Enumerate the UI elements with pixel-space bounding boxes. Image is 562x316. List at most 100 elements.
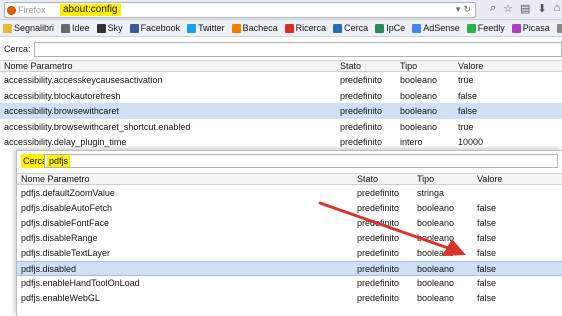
column-header-valore[interactable]: Valore — [458, 61, 483, 72]
cell-tipo: booleano — [417, 264, 455, 274]
table-row[interactable]: pdfjs.disabled predefinito booleano false — [17, 261, 562, 276]
cell-stato: predefinito — [340, 137, 383, 147]
table-row[interactable]: pdfjs.disableTextLayer predefinito boolean… — [17, 246, 562, 261]
bookmark-label: Sky — [107, 23, 123, 33]
page-icon — [61, 23, 71, 33]
navigation-toolbar: Firefox about:config ▾ ↻ ⌕ ☆ ▤ ⬇ ⌂ ≡ — [0, 0, 562, 20]
cell-stato: predefinito — [357, 203, 400, 213]
dropdown-arrow-icon[interactable]: ▾ — [456, 4, 461, 15]
column-header-name[interactable]: Nome Parametro — [21, 174, 90, 185]
cell-stato: predefinito — [357, 233, 400, 243]
bookmark-star-icon[interactable]: ☆ — [503, 2, 513, 15]
bookmark-label: Bacheca — [242, 23, 278, 33]
bookmark-adsense[interactable]: AdSense — [412, 23, 460, 33]
bookmark-label: Ricerca — [295, 23, 327, 33]
bookmark-label: Picasa — [522, 23, 550, 33]
table-row[interactable]: pdfjs.enableWebGL predefinito booleano fals… — [17, 291, 562, 306]
cell-valore: false — [477, 264, 497, 274]
cell-name: accessibility.blockautorefresh — [4, 90, 121, 101]
bookmarks-menu-icon[interactable]: ▤ — [520, 2, 530, 15]
bookmark-picasa[interactable]: Picasa — [511, 23, 550, 33]
column-header-valore[interactable]: Valore — [477, 174, 502, 185]
cell-name: pdfjs.disableRange — [21, 233, 98, 243]
cell-tipo: booleano — [417, 248, 455, 258]
bookmark-ricerca[interactable]: Ricerca — [284, 23, 327, 33]
reload-icon[interactable]: ↻ — [463, 4, 471, 15]
table-row[interactable]: pdfjs.disableFontFace predefinito booleano… — [17, 216, 562, 231]
cell-tipo: stringa — [417, 188, 445, 198]
url-bar[interactable]: Firefox about:config ▾ ↻ — [4, 2, 476, 18]
cell-tipo: booleano — [417, 218, 455, 228]
bookmark-feedly[interactable]: Feedly — [466, 23, 505, 33]
bookmark-cerca[interactable]: Cerca — [333, 23, 368, 33]
cell-tipo: booleano — [417, 233, 455, 243]
table-row[interactable]: pdfjs.defaultZoomValue predefinito stringa — [17, 186, 562, 201]
cell-valore: false — [477, 248, 497, 258]
cell-stato: predefinito — [357, 248, 400, 258]
bookmark-facebook[interactable]: Facebook — [129, 23, 181, 33]
outer-table-header: Nome Parametro Stato Tipo Valore — [0, 60, 562, 72]
table-row[interactable]: accessibility.browsewithcaret_shortcut.e… — [0, 119, 562, 135]
identity-badge[interactable]: Firefox — [7, 4, 46, 16]
table-row[interactable]: accessibility.blockautorefresh predefinit… — [0, 88, 562, 104]
outer-search-label: Cerca: — [4, 44, 31, 54]
bookmark-label: Facebook — [140, 23, 181, 33]
cell-name: accessibility.browsewithcaret — [4, 106, 119, 116]
bookmark-idee[interactable]: Idee — [61, 23, 90, 33]
bookmark-label: Feedly — [477, 23, 505, 33]
browser-label: Firefox — [18, 5, 46, 15]
column-header-tipo[interactable]: Tipo — [417, 174, 434, 185]
cell-tipo: booleano — [417, 203, 455, 213]
cell-valore: false — [477, 293, 497, 303]
cell-tipo: booleano — [400, 90, 438, 101]
cell-valore: false — [477, 203, 497, 213]
facebook-icon — [129, 23, 139, 33]
table-row[interactable]: pdfjs.enableHandToolOnLoad predefinito boo… — [17, 276, 562, 291]
cell-valore: false — [477, 233, 497, 243]
cell-stato: predefinito — [340, 121, 383, 132]
cell-stato: predefinito — [357, 218, 400, 228]
column-header-name[interactable]: Nome Parametro — [4, 61, 73, 72]
cell-stato: predefinito — [357, 264, 400, 274]
column-header-tipo[interactable]: Tipo — [400, 61, 417, 72]
cell-name: accessibility.browsewithcaret_shortcut.e… — [4, 121, 191, 132]
bookmark-label: Twitter — [198, 23, 225, 33]
table-row[interactable]: pdfjs.disableRange predefinito booleano fal… — [17, 231, 562, 246]
home-icon[interactable]: ⌂ — [554, 2, 561, 15]
outer-search-input[interactable] — [33, 41, 562, 57]
bookmark-sites[interactable]: Sites — [556, 23, 562, 33]
bookmark-label: Segnalibri — [14, 23, 55, 33]
table-row[interactable]: accessibility.browsewithcaret predefinito… — [0, 103, 562, 119]
cell-stato: predefinito — [357, 293, 400, 303]
picasa-icon — [511, 23, 521, 33]
bookmark-sky[interactable]: Sky — [96, 23, 123, 33]
inner-search-input[interactable]: pdfjs — [44, 154, 558, 168]
bookmarks-toolbar: Segnalibri Idee Sky Facebook Twitter Bacheca R… — [0, 20, 562, 37]
table-row[interactable]: accessibility.delay_plugin_time predefini… — [0, 134, 562, 150]
table-row[interactable]: accessibility.accesskeycausesactivation p… — [0, 72, 562, 88]
inner-table-header: Nome Parametro Stato Tipo Valore — [17, 173, 562, 185]
sites-icon — [556, 23, 562, 33]
cell-valore: false — [477, 218, 497, 228]
cell-name: accessibility.delay_plugin_time — [4, 137, 127, 147]
column-header-stato[interactable]: Stato — [340, 61, 361, 72]
bookmark-twitter[interactable]: Twitter — [187, 23, 225, 33]
cell-name: pdfjs.enableWebGL — [21, 293, 100, 303]
bookmark-bacheca[interactable]: Bacheca — [231, 23, 278, 33]
inner-search-value: pdfjs — [47, 155, 71, 167]
download-icon[interactable]: ⬇ — [537, 2, 546, 15]
bookmark-segnalibri[interactable]: Segnalibri — [3, 23, 54, 33]
cell-stato: predefinito — [357, 188, 400, 198]
cell-name: pdfjs.defaultZoomValue — [21, 188, 115, 198]
cell-valore: false — [458, 90, 478, 101]
bookmark-ipce[interactable]: IpCe — [375, 23, 405, 33]
cell-name: pdfjs.disableTextLayer — [21, 248, 111, 258]
table-row[interactable]: pdfjs.disableAutoFetch predefinito boolean… — [17, 201, 562, 216]
cell-stato: predefinito — [340, 106, 383, 116]
feedly-icon — [466, 23, 476, 33]
cell-name: accessibility.accesskeycausesactivation — [4, 75, 163, 85]
search-icon[interactable]: ⌕ — [490, 2, 496, 15]
url-text[interactable]: about:config — [60, 4, 121, 16]
cell-stato: predefinito — [340, 75, 383, 85]
column-header-stato[interactable]: Stato — [357, 174, 378, 185]
